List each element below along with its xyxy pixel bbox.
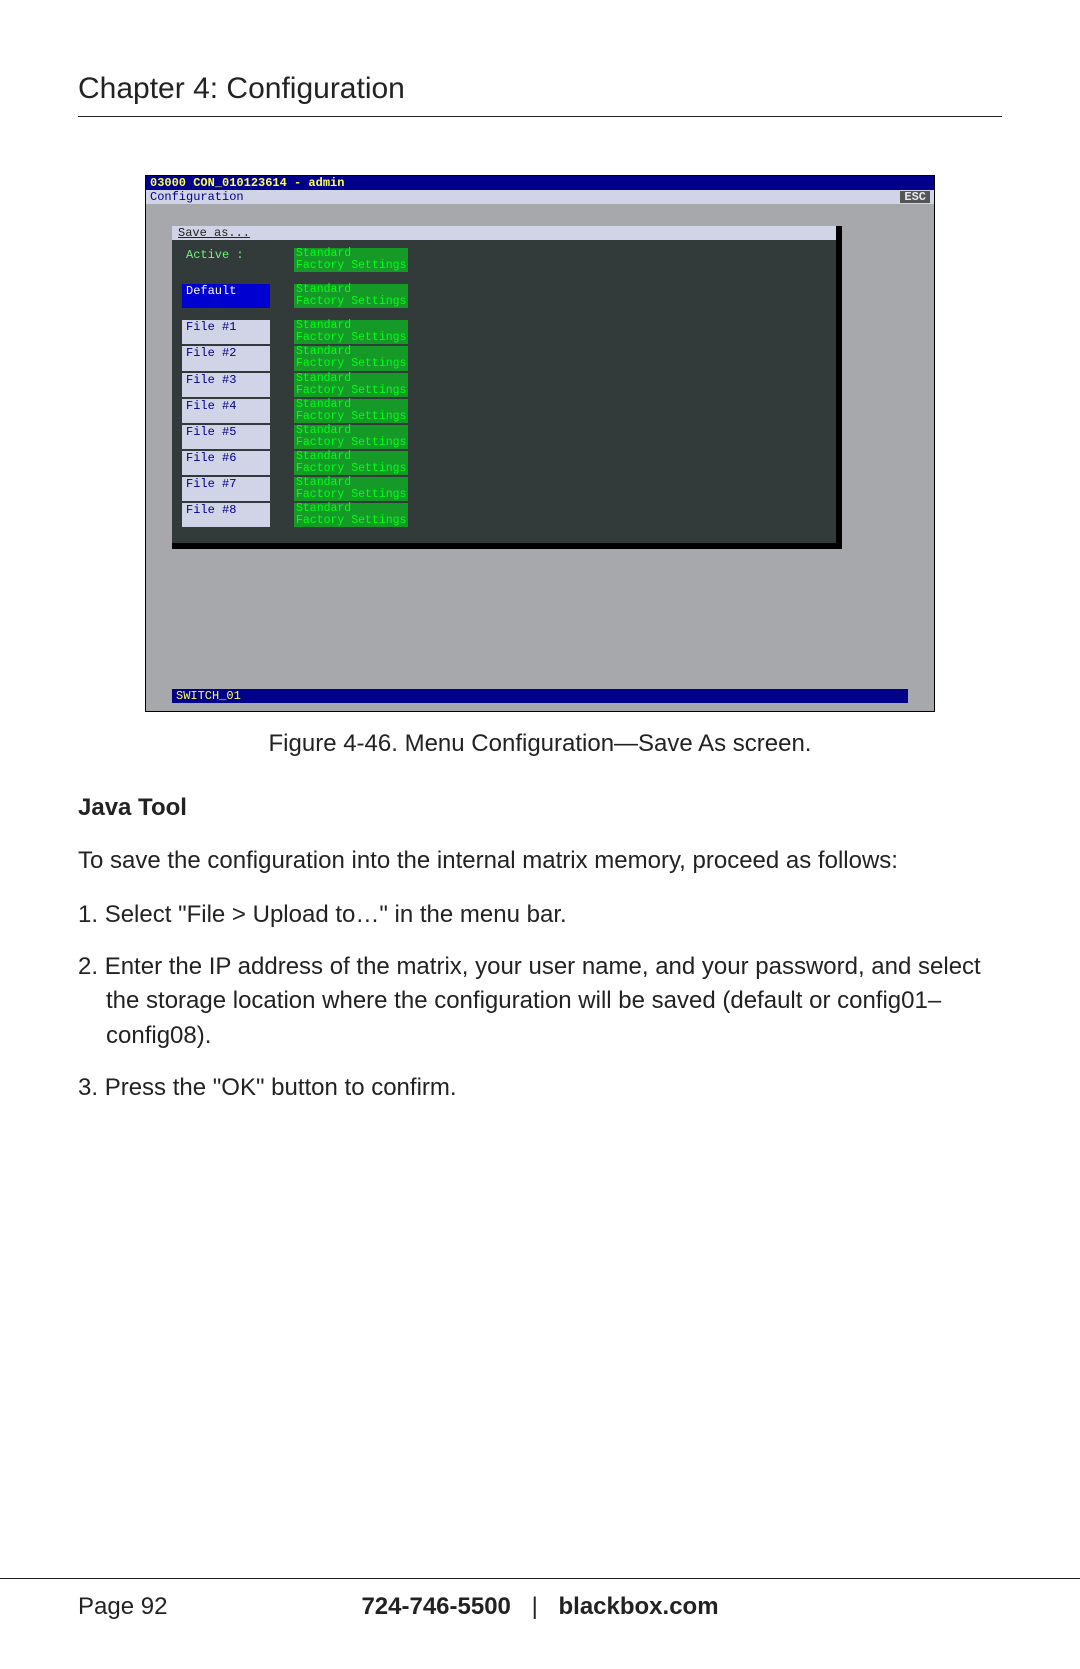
value-factory: Factory Settings <box>294 358 408 370</box>
slot-row: File #8 StandardFactory Settings <box>182 503 826 527</box>
value-factory: Factory Settings <box>294 437 408 449</box>
footer-phone: 724-746-5500 <box>361 1593 510 1620</box>
active-label: Active : <box>182 248 270 272</box>
slot-list: Active : Standard Factory Settings Defau… <box>172 240 836 527</box>
slot-row: File #1 StandardFactory Settings <box>182 320 826 344</box>
esc-key-hint[interactable]: ESC <box>900 191 930 203</box>
slot-button[interactable]: File #8 <box>182 503 270 527</box>
save-as-panel: Save as... Active : Standard Factory Set… <box>172 226 842 549</box>
slot-button[interactable]: File #3 <box>182 373 270 397</box>
slot-active-row: Active : Standard Factory Settings <box>182 248 826 272</box>
slot-button[interactable]: File #5 <box>182 425 270 449</box>
figure-screenshot: 03000 CON_010123614 - admin Configuratio… <box>145 175 935 712</box>
slot-values: StandardFactory Settings <box>294 399 408 423</box>
slot-values: StandardFactory Settings <box>294 320 408 344</box>
slot-values: StandardFactory Settings <box>294 503 408 527</box>
terminal-body: Save as... Active : Standard Factory Set… <box>146 204 934 711</box>
value-factory: Factory Settings <box>294 296 408 308</box>
value-factory: Factory Settings <box>294 385 408 397</box>
value-standard: Standard <box>294 399 408 411</box>
footer-separator: | <box>532 1593 538 1620</box>
step-3: Press the "OK" button to confirm. <box>78 1071 1002 1105</box>
slot-button[interactable]: File #6 <box>182 451 270 475</box>
slot-row: File #3 StandardFactory Settings <box>182 373 826 397</box>
chapter-title: Chapter 4: Configuration <box>78 72 1002 117</box>
page-number: Page 92 <box>78 1593 167 1621</box>
value-factory: Factory Settings <box>294 260 408 272</box>
intro-paragraph: To save the configuration into the inter… <box>78 844 1002 878</box>
page-footer: Page 92 724-746-5500 | blackbox.com Page… <box>0 1578 1080 1621</box>
footer-site: blackbox.com <box>558 1593 718 1620</box>
step-2: Enter the IP address of the matrix, your… <box>78 950 1002 1052</box>
value-standard: Standard <box>294 425 408 437</box>
menu-configuration[interactable]: Configuration <box>150 190 244 204</box>
slot-values: StandardFactory Settings <box>294 373 408 397</box>
slot-button[interactable]: File #1 <box>182 320 270 344</box>
value-factory: Factory Settings <box>294 515 408 527</box>
slot-button[interactable]: File #7 <box>182 477 270 501</box>
step-1: Select "File > Upload to…" in the menu b… <box>78 898 1002 932</box>
value-factory: Factory Settings <box>294 463 408 475</box>
slot-button-selected[interactable]: Default <box>182 284 270 308</box>
slot-row: File #7 StandardFactory Settings <box>182 477 826 501</box>
slot-row: File #6 StandardFactory Settings <box>182 451 826 475</box>
terminal-statusbar: SWITCH_01 <box>172 689 908 703</box>
value-factory: Factory Settings <box>294 411 408 423</box>
terminal-window: 03000 CON_010123614 - admin Configuratio… <box>145 175 935 712</box>
slot-row: File #2 StandardFactory Settings <box>182 346 826 370</box>
panel-title: Save as... <box>172 226 836 240</box>
java-tool-heading: Java Tool <box>78 794 1002 822</box>
slot-values: StandardFactory Settings <box>294 425 408 449</box>
terminal-menubar: Configuration ESC <box>146 190 934 204</box>
slot-row: File #5 StandardFactory Settings <box>182 425 826 449</box>
slot-values: StandardFactory Settings <box>294 284 408 308</box>
active-values: Standard Factory Settings <box>294 248 408 272</box>
slot-values: StandardFactory Settings <box>294 346 408 370</box>
terminal-titlebar: 03000 CON_010123614 - admin <box>146 176 934 190</box>
figure-caption: Figure 4-46. Menu Configuration—Save As … <box>78 730 1002 758</box>
slot-row: Default StandardFactory Settings <box>182 284 826 308</box>
slot-button[interactable]: File #4 <box>182 399 270 423</box>
value-standard: Standard <box>294 373 408 385</box>
value-factory: Factory Settings <box>294 489 408 501</box>
slot-button[interactable]: File #2 <box>182 346 270 370</box>
steps-list: Select "File > Upload to…" in the menu b… <box>78 898 1002 1104</box>
slot-row: File #4 StandardFactory Settings <box>182 399 826 423</box>
slot-values: StandardFactory Settings <box>294 477 408 501</box>
slot-values: StandardFactory Settings <box>294 451 408 475</box>
value-factory: Factory Settings <box>294 332 408 344</box>
